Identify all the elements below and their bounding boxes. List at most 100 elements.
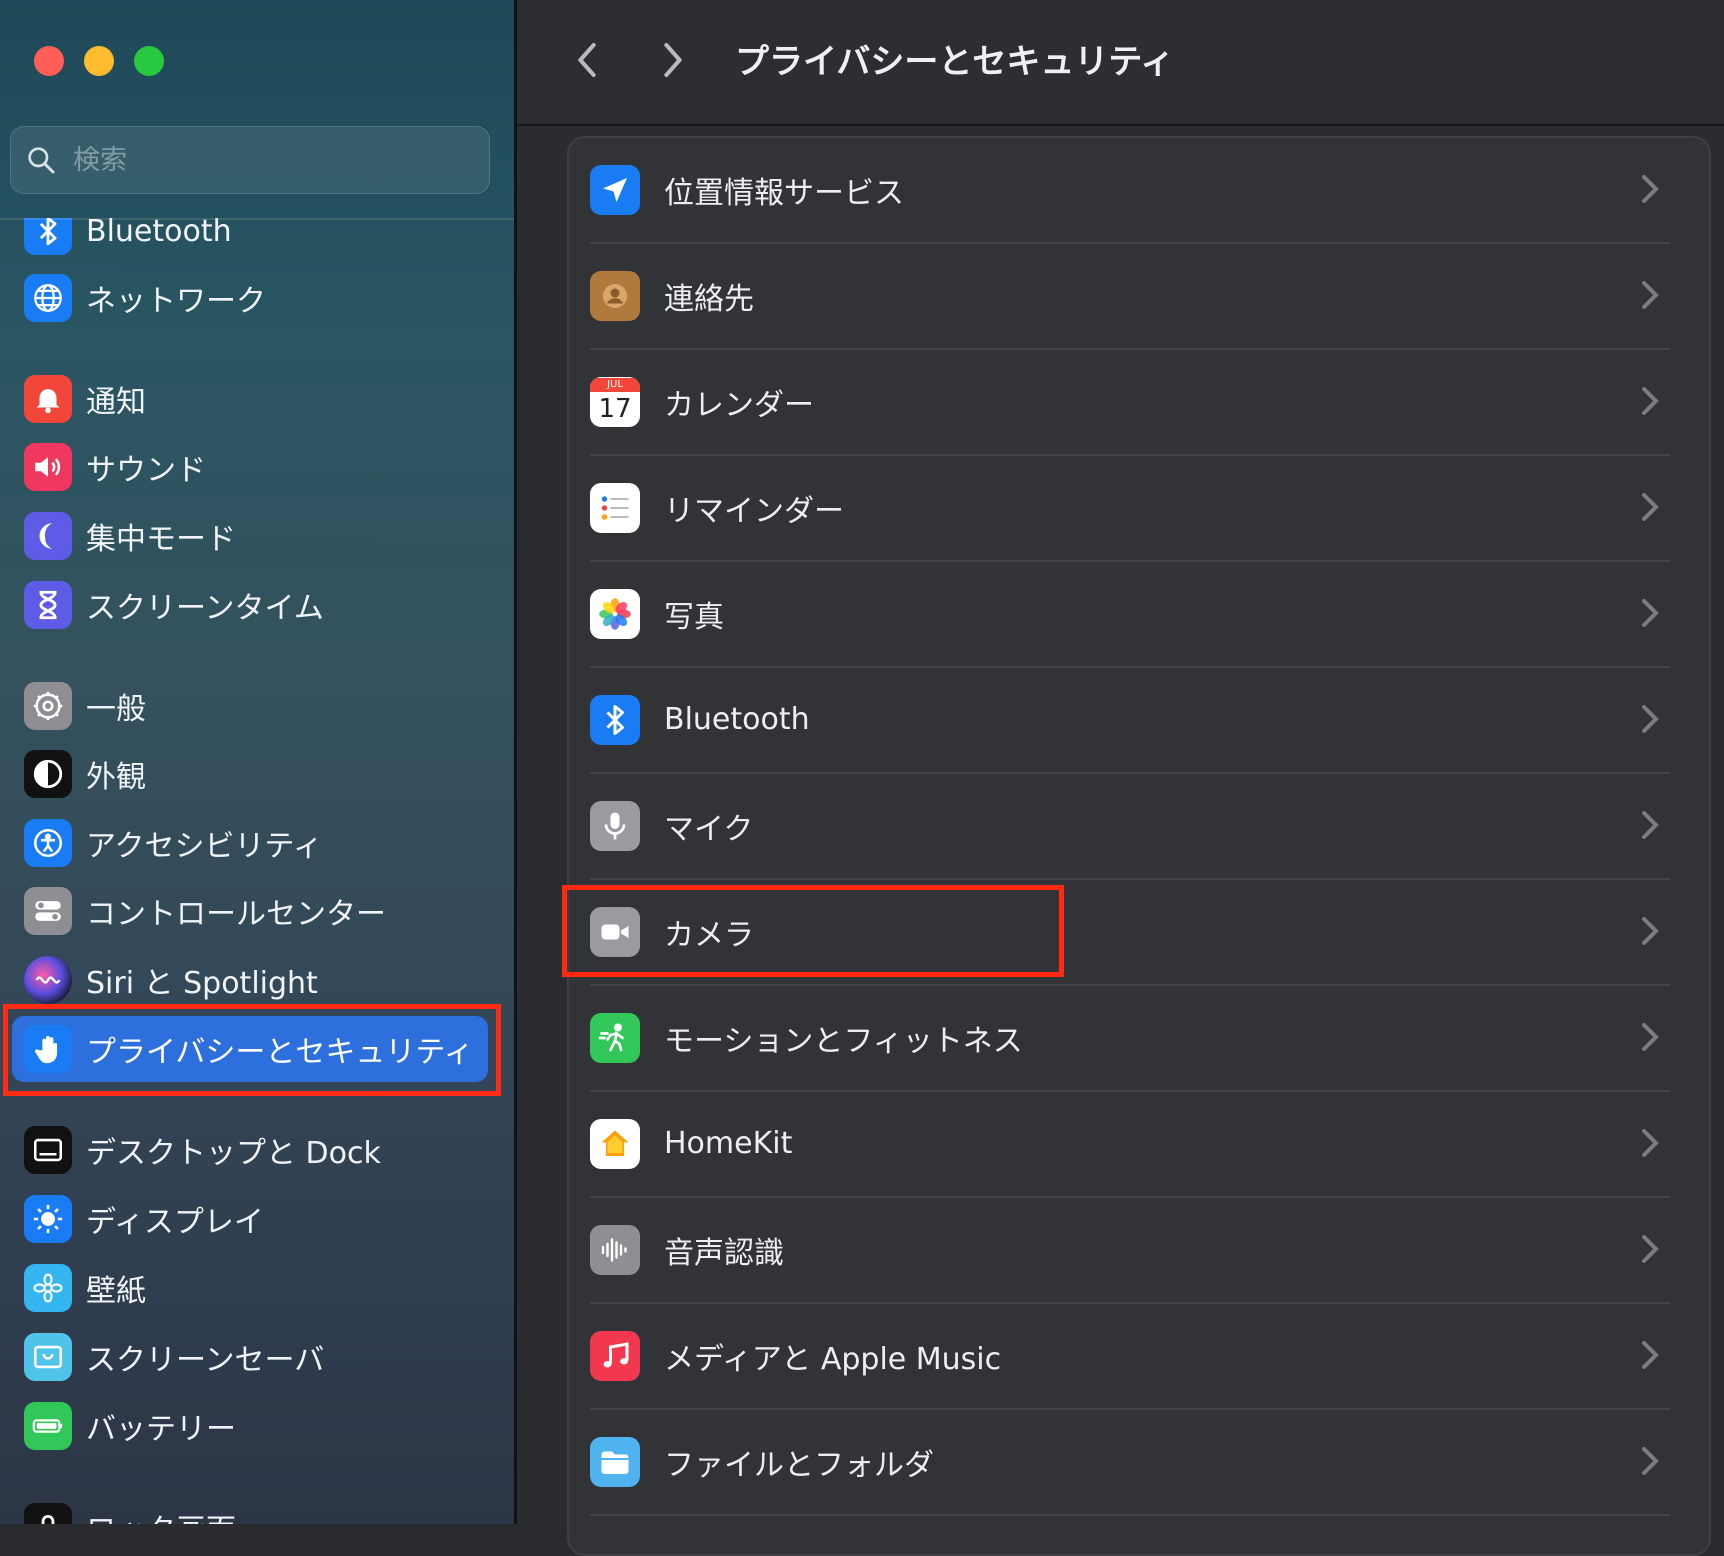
sun-icon: [24, 1195, 72, 1243]
annotation-highlight-privacy: [3, 1004, 501, 1096]
calendar-icon: JUL 17: [590, 376, 640, 427]
row-media-apple-music[interactable]: メディアと Apple Music: [590, 1303, 1670, 1408]
chevron-right-icon: [1642, 1447, 1659, 1475]
sidebar-item-label: デスクトップと Dock: [86, 1136, 381, 1171]
row-microphone[interactable]: マイク: [590, 773, 1670, 878]
bell-icon: [24, 375, 72, 423]
search-field[interactable]: [10, 126, 490, 194]
location-arrow-icon: [590, 164, 640, 215]
sidebar-item-label: バッテリー: [86, 1412, 236, 1447]
sidebar-item-label: Siri と Spotlight: [86, 966, 318, 1001]
row-bluetooth[interactable]: Bluetooth: [590, 667, 1670, 772]
row-calendar[interactable]: JUL 17 カレンダー: [590, 349, 1670, 454]
battery-icon: [24, 1402, 72, 1450]
speaker-icon: [24, 443, 72, 491]
chevron-right-icon: [1642, 1129, 1659, 1157]
sidebar-item-battery[interactable]: バッテリー: [24, 1395, 236, 1457]
appearance-icon: [24, 750, 72, 798]
home-icon: [590, 1118, 640, 1169]
chevron-left-icon: [578, 43, 596, 77]
search-input[interactable]: [71, 143, 455, 177]
sidebar-item-general[interactable]: 一般: [24, 675, 146, 737]
row-motion-fitness[interactable]: モーションとフィットネス: [590, 985, 1670, 1090]
sidebar-item-label: サウンド: [86, 453, 206, 488]
row-speech-recognition[interactable]: 音声認識: [590, 1197, 1670, 1302]
sidebar-item-label: コントロールセンター: [86, 897, 386, 932]
close-button[interactable]: [34, 46, 64, 76]
sidebar-item-label: ディスプレイ: [86, 1205, 264, 1240]
flower-icon: [24, 1264, 72, 1312]
row-label: マイク: [664, 811, 754, 847]
chevron-right-icon: [1642, 493, 1659, 521]
row-label: 写真: [664, 599, 724, 635]
row-reminders[interactable]: リマインダー: [590, 455, 1670, 560]
bluetooth-icon: [590, 694, 640, 745]
contacts-icon: [590, 270, 640, 321]
sidebar-item-accessibility[interactable]: アクセシビリティ: [24, 812, 323, 874]
sidebar-item-label: 集中モード: [86, 522, 236, 557]
calendar-day: 17: [598, 393, 632, 424]
sidebar-item-network[interactable]: ネットワーク: [24, 267, 266, 329]
row-location-services[interactable]: 位置情報サービス: [590, 137, 1670, 242]
sidebar-item-lock-screen[interactable]: ロック画面: [24, 1496, 236, 1524]
sidebar-item-label: 通知: [86, 385, 146, 420]
chevron-right-icon: [1642, 1023, 1659, 1051]
row-files-folders[interactable]: ファイルとフォルダ: [590, 1409, 1670, 1514]
hourglass-icon: [24, 581, 72, 629]
chevron-right-icon: [1642, 281, 1659, 309]
sidebar-item-control-center[interactable]: コントロールセンター: [24, 880, 386, 942]
sidebar-item-label: スクリーンセーバ: [86, 1343, 325, 1378]
back-button[interactable]: [567, 38, 607, 82]
minimize-button[interactable]: [84, 46, 114, 76]
toggles-icon: [24, 887, 72, 935]
sidebar-item-appearance[interactable]: 外観: [24, 743, 146, 805]
calendar-month: JUL: [590, 377, 640, 392]
chevron-right-icon: [1642, 387, 1659, 415]
row-homekit[interactable]: HomeKit: [590, 1091, 1670, 1196]
chevron-right-icon: [1642, 1235, 1659, 1263]
forward-button[interactable]: [653, 38, 693, 82]
chevron-right-icon: [1642, 599, 1659, 627]
chevron-right-icon: [1642, 1341, 1659, 1369]
chevron-right-icon: [1642, 175, 1659, 203]
accessibility-icon: [24, 819, 72, 867]
lock-icon: [24, 1503, 72, 1524]
globe-icon: [24, 274, 72, 322]
sidebar-item-screensaver[interactable]: スクリーンセーバ: [24, 1326, 324, 1388]
window-controls: [34, 46, 164, 76]
sidebar-item-displays[interactable]: ディスプレイ: [24, 1188, 264, 1250]
search-icon: [28, 147, 55, 174]
row-label: メディアと Apple Music: [664, 1341, 1002, 1377]
row-photos[interactable]: 写真: [590, 561, 1670, 666]
music-icon: [590, 1330, 640, 1381]
screensaver-icon: [24, 1333, 72, 1381]
sidebar-item-wallpaper[interactable]: 壁紙: [24, 1257, 146, 1319]
sidebar-item-desktop-dock[interactable]: デスクトップと Dock: [24, 1119, 381, 1181]
zoom-button[interactable]: [134, 46, 164, 76]
row-label: 音声認識: [664, 1235, 784, 1271]
sidebar-item-notifications[interactable]: 通知: [24, 368, 146, 430]
sidebar-item-focus[interactable]: 集中モード: [24, 505, 236, 567]
sidebar: Bluetooth ネットワーク 通知 サウンド 集中モード スクリーンタイム …: [0, 0, 514, 1524]
row-label: カレンダー: [664, 387, 814, 423]
row-label: ファイルとフォルダ: [664, 1447, 934, 1483]
sidebar-item-label: ネットワーク: [86, 284, 266, 319]
waveform-icon: [590, 1224, 640, 1275]
fitness-icon: [590, 1012, 640, 1063]
row-label: 位置情報サービス: [664, 175, 904, 211]
row-contacts[interactable]: 連絡先: [590, 243, 1670, 348]
sidebar-item-label: アクセシビリティ: [86, 829, 323, 864]
row-divider: [590, 1514, 1670, 1516]
dock-icon: [24, 1126, 72, 1174]
sidebar-item-sound[interactable]: サウンド: [24, 436, 206, 498]
chevron-right-icon: [1642, 811, 1659, 839]
page-title: プライバシーとセキュリティ: [735, 42, 1175, 82]
siri-icon: [24, 956, 72, 1004]
sidebar-item-label: 外観: [86, 760, 146, 795]
sidebar-item-screen-time[interactable]: スクリーンタイム: [24, 574, 324, 636]
annotation-highlight-camera: [562, 885, 1064, 977]
sidebar-item-label: スクリーンタイム: [86, 591, 324, 626]
chevron-right-icon: [664, 43, 682, 77]
sidebar-item-siri-spotlight[interactable]: Siri と Spotlight: [24, 949, 318, 1011]
sidebar-item-label: ロック画面: [86, 1505, 236, 1524]
